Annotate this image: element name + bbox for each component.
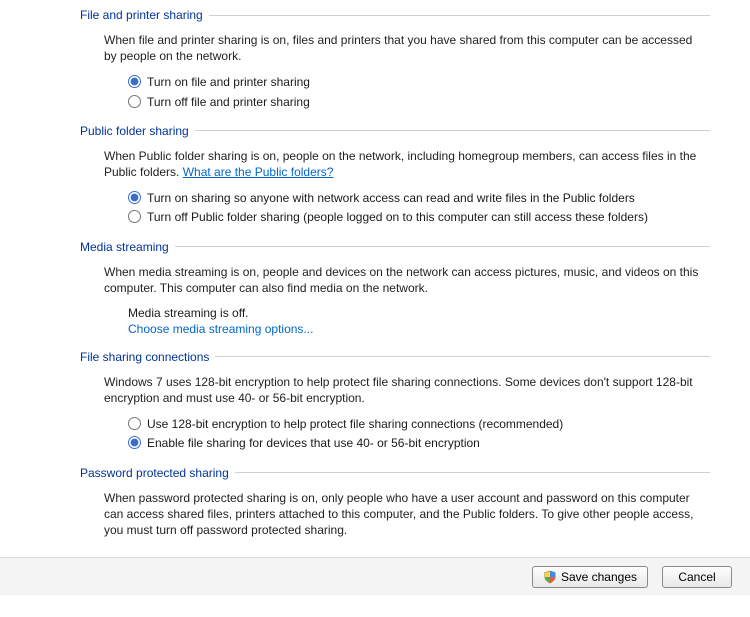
section-description: When media streaming is on, people and d… [104,264,700,296]
save-changes-button[interactable]: Save changes [532,566,648,588]
footer-bar: Save changes Cancel [0,557,750,595]
section-password-protected-sharing: Password protected sharing When password… [80,466,710,539]
link-what-are-public-folders[interactable]: What are the Public folders? [183,165,334,179]
section-file-printer-sharing: File and printer sharing When file and p… [80,8,710,110]
radio-128bit-encryption[interactable] [128,417,141,430]
radio-label[interactable]: Turn on file and printer sharing [147,74,310,90]
section-description: When Public folder sharing is on, people… [104,148,700,180]
section-description: Windows 7 uses 128-bit encryption to hel… [104,374,700,406]
radio-label[interactable]: Turn off file and printer sharing [147,94,310,110]
divider [209,15,710,16]
section-description: When password protected sharing is on, o… [104,490,700,539]
radio-file-printer-on[interactable] [128,75,141,88]
section-header: Media streaming [80,240,710,254]
section-header: Public folder sharing [80,124,710,138]
link-choose-media-streaming-options[interactable]: Choose media streaming options... [128,322,313,336]
section-title: File and printer sharing [80,8,203,22]
section-title: Media streaming [80,240,169,254]
button-label: Save changes [561,570,637,584]
radio-label[interactable]: Turn on sharing so anyone with network a… [147,190,635,206]
divider [175,246,710,247]
section-header: File and printer sharing [80,8,710,22]
radio-label[interactable]: Use 128-bit encryption to help protect f… [147,416,563,432]
section-description: When file and printer sharing is on, fil… [104,32,700,64]
radio-label[interactable]: Enable file sharing for devices that use… [147,435,480,451]
divider [235,472,710,473]
radio-public-folder-off[interactable] [128,210,141,223]
radio-label[interactable]: Turn off Public folder sharing (people l… [147,209,648,225]
section-title: File sharing connections [80,350,209,364]
media-streaming-status: Media streaming is off. [128,306,700,320]
section-header: Password protected sharing [80,466,710,480]
advanced-sharing-settings: File and printer sharing When file and p… [0,0,750,538]
radio-40-56bit-encryption[interactable] [128,436,141,449]
button-label: Cancel [678,570,715,584]
section-title: Password protected sharing [80,466,229,480]
section-title: Public folder sharing [80,124,189,138]
divider [195,130,710,131]
cancel-button[interactable]: Cancel [662,566,732,588]
section-media-streaming: Media streaming When media streaming is … [80,240,710,336]
uac-shield-icon [543,570,557,584]
section-header: File sharing connections [80,350,710,364]
radio-public-folder-on[interactable] [128,191,141,204]
section-public-folder-sharing: Public folder sharing When Public folder… [80,124,710,226]
radio-file-printer-off[interactable] [128,95,141,108]
section-file-sharing-connections: File sharing connections Windows 7 uses … [80,350,710,452]
divider [215,356,710,357]
